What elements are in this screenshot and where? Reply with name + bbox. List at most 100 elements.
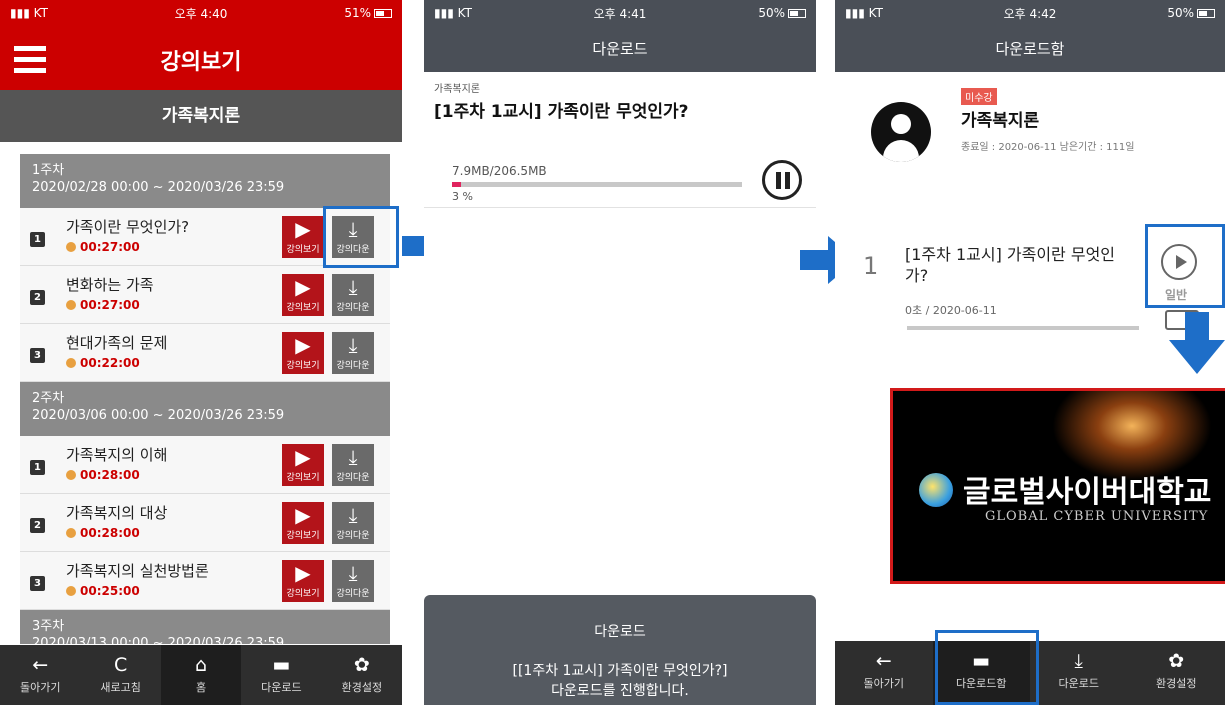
arrow-down-icon bbox=[1169, 312, 1225, 374]
bottom-nav: ← 돌아가기 C 새로고침 ⌂ 홈 ▬ 다운로드 ✿ 환경설정 bbox=[0, 645, 402, 705]
lecture-title: 현대가족의 문제 bbox=[66, 334, 168, 352]
battery-percent: 51% bbox=[344, 6, 371, 20]
lecture-row[interactable]: 3 가족복지의 실천방법론 00:25:00 ▶ 강의보기 ⤓ 강의다운 bbox=[20, 552, 390, 610]
download-size: 7.9MB/206.5MB bbox=[452, 164, 547, 178]
status-bar: ▮▮▮ KT 오후 4:40 51% bbox=[0, 0, 402, 26]
lecture-title: 가족이란 무엇인가? bbox=[66, 218, 190, 236]
download-icon: ⤓ bbox=[348, 333, 358, 357]
play-icon: ▶ bbox=[295, 217, 311, 241]
clock: 오후 4:40 bbox=[174, 6, 228, 21]
play-lecture-button[interactable]: ▶ 강의보기 bbox=[282, 216, 324, 258]
play-icon: ▶ bbox=[295, 333, 311, 357]
battery-percent: 50% bbox=[1167, 6, 1194, 20]
pause-button[interactable] bbox=[762, 160, 802, 200]
lecture-duration: 00:27:00 bbox=[66, 298, 140, 312]
home-icon: ⌂ bbox=[194, 654, 208, 676]
lecture-duration: 00:28:00 bbox=[66, 468, 140, 482]
download-lecture-button[interactable]: ⤓ 강의다운 bbox=[332, 444, 374, 486]
lecture-row[interactable]: 1 가족복지의 이해 00:28:00 ▶ 강의보기 ⤓ 강의다운 bbox=[20, 436, 390, 494]
week-header: 3주차 2020/03/13 00:00 ~ 2020/03/26 23:59 bbox=[20, 610, 390, 644]
refresh-icon: C bbox=[113, 654, 128, 676]
play-icon: ▶ bbox=[295, 445, 311, 469]
download-icon: ⤓ bbox=[348, 275, 358, 299]
play-lecture-button[interactable]: ▶ 강의보기 bbox=[282, 560, 324, 602]
lecture-list-screen: ▮▮▮ KT 오후 4:40 51% 강의보기 가족복지론 1주차 2020/0… bbox=[0, 0, 402, 705]
lecture-title[interactable]: [1주차 1교시] 가족이란 무엇인가? bbox=[905, 244, 1135, 286]
toast-title: 다운로드 bbox=[594, 624, 646, 640]
toast-message: [[1주차 1교시] 가족이란 무엇인가?] 다운로드를 진행합니다. bbox=[512, 663, 728, 699]
lecture-row[interactable]: 3 현대가족의 문제 00:22:00 ▶ 강의보기 ⤓ 강의다운 bbox=[20, 324, 390, 382]
clock-icon bbox=[66, 528, 76, 538]
carrier: KT bbox=[868, 6, 883, 20]
signal-icon: ▮▮▮ bbox=[845, 6, 865, 20]
download-box-screen: ▮▮▮ KT 오후 4:42 50% 다운로드함 미수강 가족복지론 종료일 :… bbox=[835, 0, 1225, 705]
pause-icon bbox=[776, 172, 781, 189]
download-toast: 다운로드 [[1주차 1교시] 가족이란 무엇인가?] 다운로드를 진행합니다. bbox=[424, 595, 816, 705]
nav-back[interactable]: ← 돌아가기 bbox=[0, 645, 80, 705]
status-badge: 미수강 bbox=[961, 88, 997, 105]
carrier: KT bbox=[457, 6, 472, 20]
nav-settings[interactable]: ✿ 환경설정 bbox=[1128, 641, 1225, 705]
battery-icon bbox=[1197, 9, 1215, 18]
course-name: 가족복지론 bbox=[434, 84, 480, 95]
nav-home[interactable]: ⌂ 홈 bbox=[160, 645, 242, 705]
status-bar: ▮▮▮ KT 오후 4:41 50% bbox=[424, 0, 816, 26]
lecture-number: 1 bbox=[30, 460, 45, 475]
play-lecture-button[interactable]: ▶ 강의보기 bbox=[282, 274, 324, 316]
lecture-number: 2 bbox=[30, 290, 45, 305]
clock-icon bbox=[66, 586, 76, 596]
watch-progress-bar bbox=[907, 326, 1139, 330]
play-lecture-button[interactable]: ▶ 강의보기 bbox=[282, 332, 324, 374]
download-lecture-button[interactable]: ⤓ 강의다운 bbox=[332, 332, 374, 374]
page-title: 다운로드함 bbox=[835, 26, 1225, 72]
video-title-korean: 글로벌사이버대학교 bbox=[963, 475, 1212, 510]
nav-download[interactable]: ▬ 다운로드 bbox=[241, 645, 321, 705]
video-player[interactable]: 글로벌사이버대학교 GLOBAL CYBER UNIVERSITY bbox=[890, 388, 1225, 584]
download-icon: ⤓ bbox=[348, 503, 358, 527]
download-lecture-button[interactable]: ⤓ 강의다운 bbox=[332, 274, 374, 316]
download-box-tab-highlight bbox=[935, 630, 1039, 705]
download-icon: ⤓ bbox=[348, 561, 358, 585]
lecture-row[interactable]: 2 가족복지의 대상 00:28:00 ▶ 강의보기 ⤓ 강의다운 bbox=[20, 494, 390, 552]
lecture-duration: 00:25:00 bbox=[66, 584, 140, 598]
nav-download[interactable]: ⤓ 다운로드 bbox=[1030, 641, 1128, 705]
lecture-number: 2 bbox=[30, 518, 45, 533]
lecture-row[interactable]: 2 변화하는 가족 00:27:00 ▶ 강의보기 ⤓ 강의다운 bbox=[20, 266, 390, 324]
avatar-icon bbox=[871, 102, 931, 162]
lecture-duration: 00:27:00 bbox=[66, 240, 140, 254]
app-bar: 강의보기 bbox=[0, 26, 402, 90]
week-label: 1주차 bbox=[32, 163, 65, 178]
page-title: 다운로드 bbox=[424, 26, 816, 72]
battery-percent: 50% bbox=[758, 6, 785, 20]
play-lecture-button[interactable]: ▶ 강의보기 bbox=[282, 502, 324, 544]
nav-settings[interactable]: ✿ 환경설정 bbox=[322, 645, 402, 705]
play-icon: ▶ bbox=[295, 561, 311, 585]
divider bbox=[424, 207, 816, 208]
lecture-duration: 00:22:00 bbox=[66, 356, 140, 370]
lecture-title: 변화하는 가족 bbox=[66, 276, 154, 294]
download-screen: ▮▮▮ KT 오후 4:41 50% 다운로드 가족복지론 [1주차 1교시] … bbox=[424, 0, 816, 705]
download-lecture-button[interactable]: ⤓ 강의다운 bbox=[332, 502, 374, 544]
week-header: 1주차 2020/02/28 00:00 ~ 2020/03/26 23:59 bbox=[20, 154, 390, 208]
page-title: 강의보기 bbox=[160, 50, 242, 75]
nav-refresh[interactable]: C 새로고침 bbox=[80, 645, 160, 705]
play-lecture-button[interactable]: ▶ 강의보기 bbox=[282, 444, 324, 486]
download-percent: 3 % bbox=[452, 190, 473, 203]
nav-back[interactable]: ← 돌아가기 bbox=[835, 641, 933, 705]
gear-icon: ✿ bbox=[353, 654, 370, 676]
back-arrow-icon: ← bbox=[32, 654, 49, 676]
play-icon: ▶ bbox=[295, 275, 311, 299]
battery-icon bbox=[374, 9, 392, 18]
week-header: 2주차 2020/03/06 00:00 ~ 2020/03/26 23:59 bbox=[20, 382, 390, 436]
download-icon: ⤓ bbox=[1074, 650, 1083, 672]
lecture-title: 가족복지의 대상 bbox=[66, 504, 168, 522]
download-lecture-button[interactable]: ⤓ 강의다운 bbox=[332, 560, 374, 602]
clock-icon bbox=[66, 300, 76, 310]
week-period: 2020/03/06 00:00 ~ 2020/03/26 23:59 bbox=[32, 408, 285, 423]
week-label: 2주차 bbox=[32, 391, 65, 406]
lecture-number: 3 bbox=[30, 348, 45, 363]
play-icon: ▶ bbox=[295, 503, 311, 527]
lecture-duration: 00:28:00 bbox=[66, 526, 140, 540]
signal-icon: ▮▮▮ bbox=[10, 6, 30, 20]
university-logo-icon bbox=[919, 473, 953, 507]
